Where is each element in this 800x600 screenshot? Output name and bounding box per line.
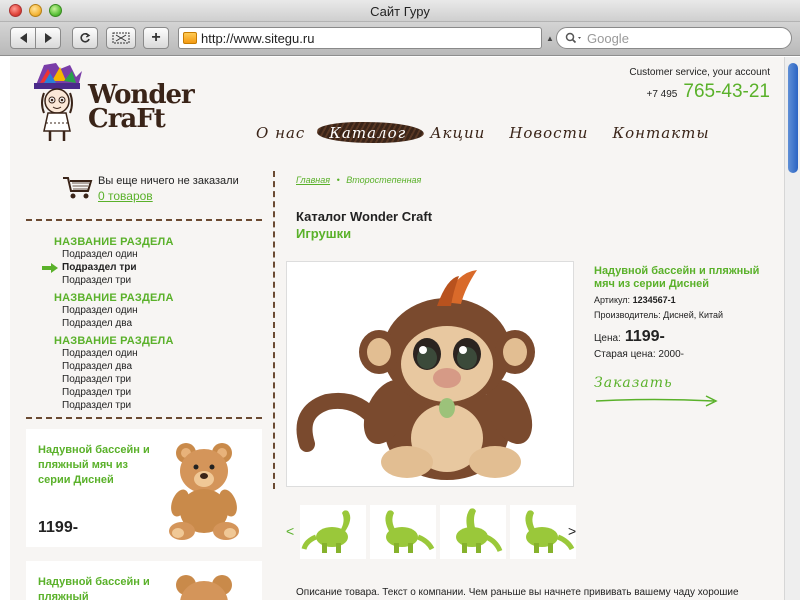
back-button[interactable]	[10, 27, 36, 49]
sidebar-item[interactable]: Подраздел три	[62, 400, 131, 411]
breadcrumb-home-link[interactable]: Главная	[296, 175, 330, 185]
breadcrumb-separator: •	[336, 175, 340, 185]
sidebar-section-title[interactable]: НАЗВАНИЕ РАЗДЕЛА	[54, 335, 174, 347]
dinosaur-toy-image	[385, 510, 435, 553]
phone-code: +7 495	[646, 89, 678, 100]
scissors-icon	[112, 32, 130, 44]
add-bookmark-button[interactable]: +	[143, 27, 169, 49]
page-scrollbar[interactable]	[784, 57, 800, 600]
phone-block: +7 495 765-43-21	[647, 81, 771, 103]
snapshot-button[interactable]	[106, 27, 136, 49]
monkey-plush-image	[287, 262, 573, 486]
url-text: http://www.sitegu.ru	[201, 30, 315, 46]
price-value: 1199-	[624, 328, 665, 345]
shopping-cart-icon[interactable]	[62, 175, 94, 201]
customer-service-link[interactable]: Customer service, your account	[629, 67, 770, 78]
divider	[26, 417, 262, 419]
cart-status: Вы еще ничего не заказали	[98, 175, 239, 187]
column-divider	[273, 171, 275, 489]
divider	[26, 219, 262, 221]
promo-title: Надувной бассейн и пляжный	[38, 576, 150, 600]
site-favicon-icon	[183, 32, 197, 44]
thumbnail[interactable]	[440, 505, 506, 559]
product-article: Артикул: 1234567-1	[594, 295, 676, 305]
reload-icon	[80, 32, 91, 43]
scrollbar-thumb[interactable]	[788, 63, 798, 173]
order-label: Заказать	[594, 375, 673, 391]
main-nav: О нас Каталог Акции Новости Контакты	[244, 121, 722, 145]
sidebar-item[interactable]: Подраздел один	[62, 305, 138, 316]
logo-mascot-icon	[34, 63, 82, 141]
dinosaur-toy-image	[301, 510, 351, 553]
nav-item-about[interactable]: О нас	[244, 121, 317, 145]
dinosaur-toy-image	[456, 508, 503, 553]
sidebar-item[interactable]: Подраздел два	[62, 361, 132, 372]
old-price: Старая цена: 2000-	[594, 349, 684, 360]
forward-button[interactable]	[35, 27, 61, 49]
arrow-left-icon	[19, 33, 27, 43]
thumbnail-carousel: < >	[286, 505, 580, 561]
page-title: Каталог Wonder Craft	[296, 209, 433, 224]
manufacturer-value: Дисней, Китай	[663, 310, 724, 320]
thumbnail[interactable]	[300, 505, 366, 559]
search-field[interactable]: Google	[556, 27, 792, 49]
product-manufacturer: Производитель: Дисней, Китай	[594, 310, 723, 320]
thumbnail-prev-button[interactable]: <	[286, 523, 294, 539]
order-button[interactable]: Заказать	[594, 375, 724, 409]
window-titlebar: Сайт Гуру	[0, 0, 800, 22]
arrow-right-icon	[44, 33, 52, 43]
sidebar-item[interactable]: Подраздел один	[62, 249, 138, 260]
article-value: 1234567-1	[632, 295, 676, 305]
product-main-image[interactable]	[286, 261, 574, 487]
url-field[interactable]: http://www.sitegu.ru	[178, 27, 542, 49]
teddy-bear-image	[169, 443, 239, 540]
search-icon	[565, 32, 581, 44]
sidebar-item[interactable]: Подраздел три	[62, 275, 131, 286]
manufacturer-label: Производитель:	[594, 310, 661, 320]
thumbnail[interactable]	[370, 505, 436, 559]
product-description: Описание товара. Текст о компании. Чем р…	[296, 587, 739, 598]
promo-card[interactable]: Надувной бассейн и пляжный	[26, 561, 262, 600]
url-dropdown-icon[interactable]: ▲	[546, 34, 554, 43]
breadcrumb: Главная • Второстепенная	[296, 175, 421, 185]
sidebar-section-title[interactable]: НАЗВАНИЕ РАЗДЕЛА	[54, 236, 174, 248]
logo-wordmark: Wonder CraFt	[88, 82, 195, 134]
nav-item-contacts[interactable]: Контакты	[600, 121, 721, 145]
window-title: Сайт Гуру	[370, 4, 430, 19]
cart-count-link[interactable]: 0 товаров	[98, 189, 153, 203]
browser-toolbar: + http://www.sitegu.ru ▲ Google	[0, 22, 800, 56]
sidebar-item[interactable]: Подраздел один	[62, 348, 138, 359]
promo-card[interactable]: Надувной бассейн и пляжный мяч из серии …	[26, 429, 262, 547]
reload-button[interactable]	[72, 27, 98, 49]
wonder-craft-logo[interactable]: Wonder CraFt	[30, 63, 195, 143]
sidebar-item-current[interactable]: Подраздел три	[62, 262, 136, 273]
promo-title: Надувной бассейн и пляжный мяч из серии …	[38, 444, 150, 486]
product-name: Надувной бассейн и пляжный мяч из серии …	[594, 265, 760, 290]
web-page: Wonder CraFt Customer service, your acco…	[10, 57, 784, 600]
nav-item-catalog[interactable]: Каталог	[317, 121, 418, 145]
price-label: Цена:	[594, 333, 621, 344]
thumbnail[interactable]	[510, 505, 576, 559]
arrow-right-icon	[42, 263, 58, 273]
article-label: Артикул:	[594, 295, 631, 305]
promo-price: 1199-	[38, 519, 79, 536]
nav-item-promotions[interactable]: Акции	[418, 121, 497, 145]
arrow-right-icon	[595, 395, 718, 407]
sidebar-item[interactable]: Подраздел три	[62, 387, 131, 398]
phone-number: 765-43-21	[683, 81, 770, 102]
teddy-bear-image	[176, 575, 232, 600]
logo-text-line2: CraFt	[88, 104, 166, 134]
sidebar-item[interactable]: Подраздел три	[62, 374, 131, 385]
sidebar-item[interactable]: Подраздел два	[62, 318, 132, 329]
thumbnail-next-button[interactable]: >	[568, 523, 576, 539]
dinosaur-toy-image	[525, 510, 575, 553]
cart-widget: Вы еще ничего не заказали 0 товаров	[62, 173, 262, 203]
sidebar-section-title[interactable]: НАЗВАНИЕ РАЗДЕЛА	[54, 292, 174, 304]
nav-item-news[interactable]: Новости	[497, 121, 600, 145]
page-subtitle: Игрушки	[296, 226, 352, 241]
product-price: Цена: 1199-	[594, 328, 665, 346]
breadcrumb-current: Второстепенная	[346, 175, 422, 185]
search-placeholder: Google	[587, 30, 629, 46]
